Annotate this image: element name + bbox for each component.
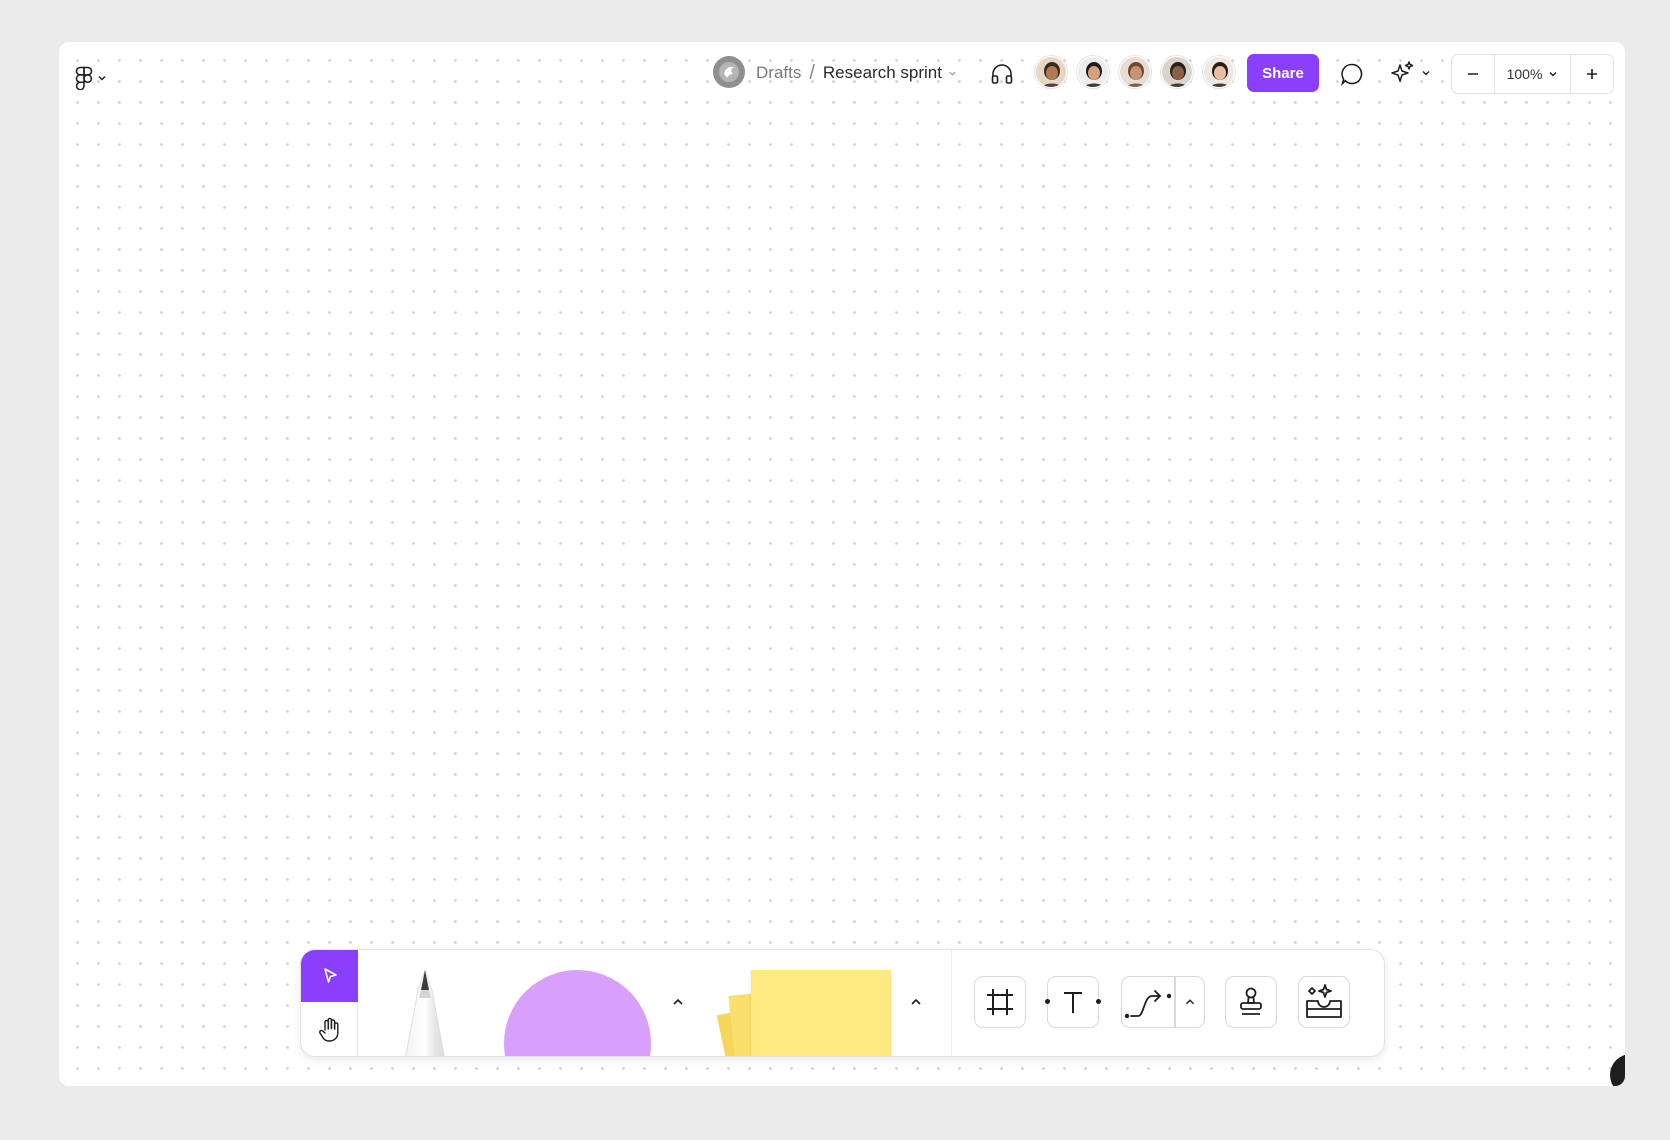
help-button[interactable]: ? xyxy=(1610,1054,1625,1086)
connector-tool-button[interactable] xyxy=(1121,976,1205,1028)
person-avatar-icon xyxy=(1204,57,1234,87)
chevron-down-icon xyxy=(1421,68,1431,78)
sticky-note-icon xyxy=(751,970,891,1056)
cursor-arrow-icon xyxy=(320,966,340,986)
team-logo-icon xyxy=(718,61,740,83)
marker-tool[interactable] xyxy=(391,968,461,1056)
zoom-controls: 100% xyxy=(1451,54,1614,94)
handle-dot xyxy=(1096,999,1101,1004)
handle-dot xyxy=(1045,999,1050,1004)
marker-icon xyxy=(391,968,461,1056)
comment-icon[interactable] xyxy=(1337,59,1367,89)
zoom-level-dropdown[interactable]: 100% xyxy=(1494,55,1571,93)
hand-icon xyxy=(317,1016,343,1044)
more-tools-button[interactable] xyxy=(1298,976,1350,1028)
zoom-in-button[interactable] xyxy=(1571,55,1613,93)
collaborator-avatars xyxy=(1035,56,1235,88)
connector-icon xyxy=(1124,982,1172,1022)
headphones-icon[interactable] xyxy=(987,59,1017,89)
connector-options-button[interactable] xyxy=(1176,977,1205,1027)
stamp-icon xyxy=(1236,985,1266,1019)
shape-options-chevron-up-icon[interactable] xyxy=(668,992,688,1012)
person-avatar-icon xyxy=(1036,57,1066,87)
share-button[interactable]: Share xyxy=(1247,54,1319,92)
mode-switcher xyxy=(301,950,358,1056)
avatar[interactable] xyxy=(1161,56,1193,88)
breadcrumb-separator: / xyxy=(809,61,815,84)
person-avatar-icon xyxy=(1120,57,1150,87)
avatar[interactable] xyxy=(1119,56,1151,88)
chevron-up-icon xyxy=(1183,995,1197,1009)
breadcrumb-drafts[interactable]: Drafts xyxy=(756,63,801,83)
figma-logo-icon xyxy=(75,66,93,90)
chevron-down-icon xyxy=(97,73,107,83)
move-tool-button[interactable] xyxy=(301,950,358,1002)
text-icon xyxy=(1058,987,1088,1017)
ai-sparkle-icon xyxy=(1389,59,1417,87)
file-name-menu[interactable]: Research sprint xyxy=(823,63,957,83)
zoom-level-value: 100% xyxy=(1506,66,1543,82)
person-avatar-icon xyxy=(1078,57,1108,87)
frame-tool-button[interactable] xyxy=(974,976,1026,1028)
stamp-tool-button[interactable] xyxy=(1225,976,1277,1028)
person-avatar-icon xyxy=(1162,57,1192,87)
sticky-note-tool[interactable] xyxy=(716,968,891,1056)
avatar[interactable] xyxy=(1203,56,1235,88)
team-avatar[interactable] xyxy=(713,56,745,88)
breadcrumb: Drafts / Research sprint xyxy=(756,60,957,86)
bottom-toolbar xyxy=(301,950,1384,1056)
shape-tool[interactable] xyxy=(504,968,654,1056)
main-menu-button[interactable] xyxy=(75,58,107,98)
ai-tools-button[interactable] xyxy=(1389,56,1431,90)
more-tools-icon xyxy=(1304,983,1344,1021)
circle-shape-icon xyxy=(504,970,651,1056)
file-name: Research sprint xyxy=(822,63,942,82)
connector-main xyxy=(1122,977,1174,1027)
zoom-out-button[interactable] xyxy=(1452,55,1494,93)
chevron-down-icon xyxy=(948,69,957,78)
toolbar-divider xyxy=(951,950,952,1056)
chevron-down-icon xyxy=(1548,69,1558,79)
avatar[interactable] xyxy=(1035,56,1067,88)
hand-tool-button[interactable] xyxy=(301,1004,358,1056)
canvas[interactable]: Drafts / Research sprint Share 100% xyxy=(59,42,1625,1086)
avatar[interactable] xyxy=(1077,56,1109,88)
text-tool-button[interactable] xyxy=(1045,976,1101,1028)
minus-icon xyxy=(1466,67,1480,81)
plus-icon xyxy=(1585,67,1599,81)
sticky-options-chevron-up-icon[interactable] xyxy=(906,992,926,1012)
frame-icon xyxy=(983,985,1017,1019)
